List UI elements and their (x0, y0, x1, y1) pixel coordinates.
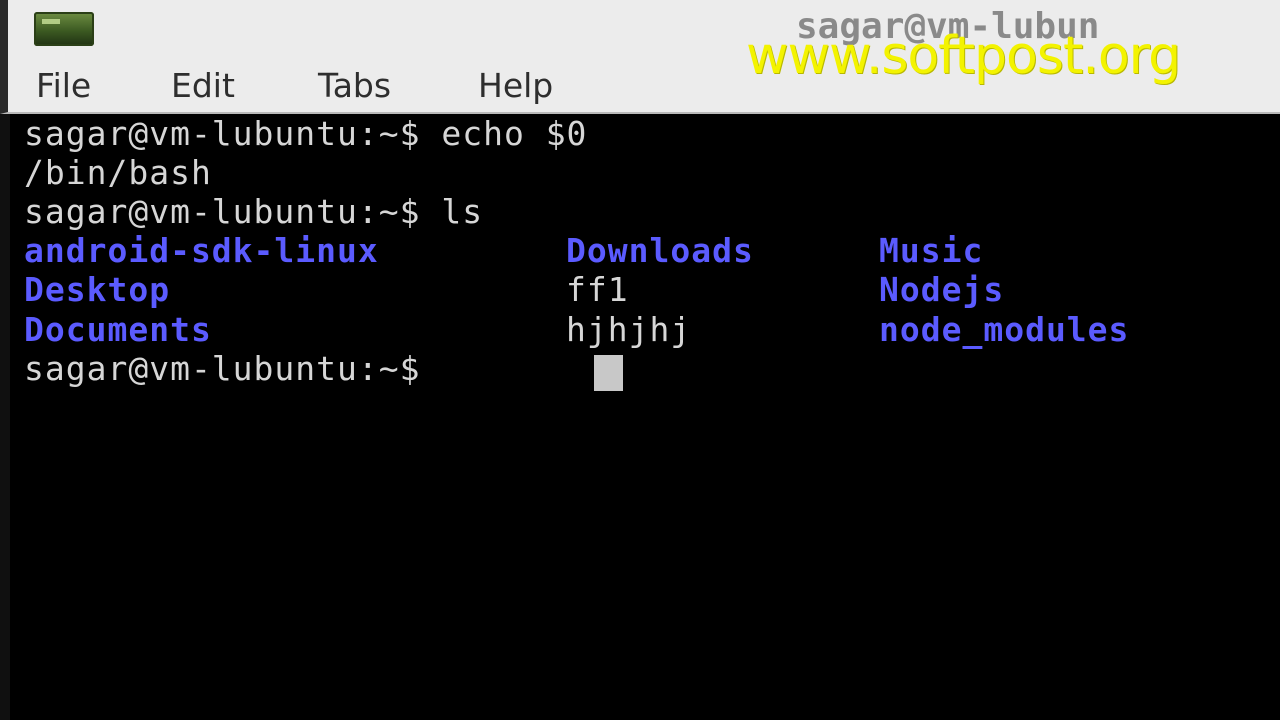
ls-entry: Downloads (566, 231, 754, 270)
ls-entry: ff1 (566, 270, 629, 309)
ls-entry: Desktop (24, 270, 171, 309)
ls-entry: android-sdk-linux (24, 231, 379, 270)
terminal-icon-screen (42, 19, 60, 24)
terminal-output[interactable]: sagar@vm-lubuntu:~$ echo $0 /bin/bash sa… (0, 114, 1280, 720)
output-line: /bin/bash (24, 153, 212, 192)
menu-tabs[interactable]: Tabs (318, 66, 391, 105)
menu-file[interactable]: File (36, 66, 91, 105)
terminal-app-icon[interactable] (34, 12, 94, 46)
ls-entry: node_modules (879, 310, 1130, 349)
terminal-window: sagar@vm-lubun File Edit Tabs Help www.s… (0, 0, 1280, 720)
command-line: sagar@vm-lubuntu:~$ ls (24, 192, 484, 231)
command-line: sagar@vm-lubuntu:~$ echo $0 (24, 114, 588, 153)
ls-entry: hjhjhj (566, 310, 692, 349)
text-cursor[interactable] (594, 355, 623, 391)
menu-help[interactable]: Help (478, 66, 553, 105)
ls-entry: Documents (24, 310, 212, 349)
ls-entry: Music (879, 231, 984, 270)
menu-edit[interactable]: Edit (171, 66, 235, 105)
prompt-line: sagar@vm-lubuntu:~$ (24, 349, 442, 388)
ls-entry: Nodejs (879, 270, 1005, 309)
watermark: www.softpost.org (746, 26, 1181, 86)
